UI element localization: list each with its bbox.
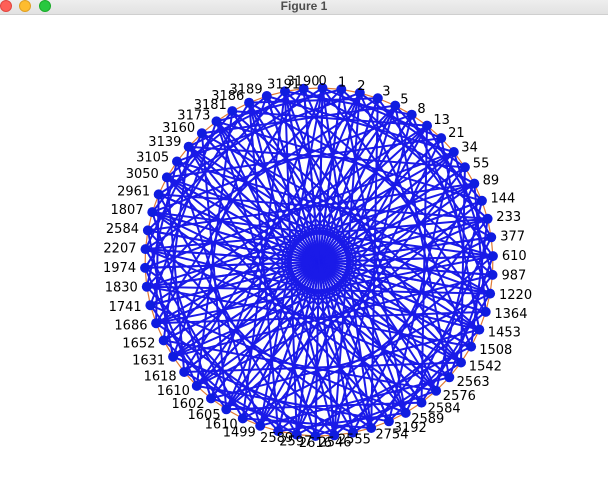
graph-node-label: 1830 bbox=[105, 281, 138, 296]
graph-node bbox=[469, 178, 480, 189]
graph-node-label: 1602 bbox=[172, 397, 205, 412]
graph-node-label: 233 bbox=[496, 210, 521, 225]
graph-node-label: 2563 bbox=[457, 375, 490, 390]
graph-node bbox=[485, 288, 496, 299]
graph-node bbox=[153, 189, 164, 200]
graph-node-label: 1652 bbox=[122, 337, 155, 352]
graph-node bbox=[383, 416, 394, 427]
graph-node bbox=[416, 397, 427, 408]
graph-node bbox=[406, 109, 417, 120]
graph-node-label: 2207 bbox=[103, 242, 136, 257]
graph-node bbox=[487, 269, 498, 280]
window-title: Figure 1 bbox=[280, 0, 328, 13]
graph-node-label: 3 bbox=[382, 85, 390, 100]
graph-node bbox=[422, 120, 432, 131]
graph-node-label: 1631 bbox=[132, 354, 165, 369]
graph-node-label: 2961 bbox=[117, 185, 150, 200]
graph-node-label: 1542 bbox=[469, 360, 502, 375]
graph-node-label: 34 bbox=[461, 141, 478, 156]
graph-node bbox=[466, 341, 477, 352]
graph-node-label: 89 bbox=[483, 173, 500, 188]
graph-node-label: 8 bbox=[417, 102, 425, 117]
graph-node-label: 5 bbox=[400, 92, 408, 107]
graph-node-label: 1610 bbox=[157, 384, 190, 399]
graph-node-label: 21 bbox=[448, 126, 465, 141]
graph-node bbox=[145, 300, 156, 311]
graph-node bbox=[482, 213, 493, 224]
graph-node bbox=[196, 128, 207, 139]
graph-node bbox=[151, 318, 162, 329]
graph-node bbox=[436, 133, 447, 144]
graph-node bbox=[161, 172, 172, 183]
graph-node bbox=[140, 244, 151, 255]
graph-node-label: 1453 bbox=[488, 325, 521, 340]
network-graph-canvas: 0 1 2 3581321345589144233377610987122013641… bbox=[103, 74, 532, 451]
graph-node bbox=[237, 413, 248, 424]
title-bar: Figure 1 bbox=[0, 0, 608, 15]
graph-node-label: 2 bbox=[357, 79, 365, 94]
graph-node bbox=[261, 91, 272, 101]
graph-node-label: 610 bbox=[502, 249, 527, 264]
graph-node bbox=[227, 106, 238, 117]
graph-node-label: 3190 bbox=[286, 75, 319, 90]
graph-node bbox=[172, 156, 182, 167]
graph-node bbox=[211, 116, 222, 127]
graph-node-label: 377 bbox=[500, 229, 525, 244]
graph-node-label: 144 bbox=[491, 191, 516, 206]
graph-node-label: 2584 bbox=[106, 222, 139, 237]
graph-node bbox=[459, 162, 470, 173]
graph-node bbox=[142, 225, 153, 236]
graph-node bbox=[486, 232, 497, 243]
graph-node-label: 55 bbox=[473, 156, 490, 171]
graph-node-label: 3105 bbox=[136, 150, 169, 165]
graph-node bbox=[221, 404, 232, 415]
graph-node bbox=[480, 306, 491, 317]
graph-node bbox=[244, 97, 255, 108]
graph-node bbox=[191, 380, 202, 391]
graph-node-label: 3050 bbox=[126, 167, 159, 182]
graph-node-label: 1686 bbox=[114, 319, 147, 334]
graph-node bbox=[474, 324, 485, 335]
graph-node-label: 987 bbox=[502, 268, 527, 283]
graph-node bbox=[476, 195, 487, 206]
graph-node bbox=[444, 372, 455, 383]
graph-node-label: 3139 bbox=[148, 135, 181, 150]
graph-node bbox=[168, 351, 179, 362]
graph-node-label: 1974 bbox=[103, 261, 136, 276]
graph-node bbox=[448, 147, 459, 157]
graph-node-label: 1364 bbox=[494, 307, 527, 322]
graph-node-label: 1807 bbox=[111, 203, 144, 218]
graph-node-label: 2754 bbox=[375, 428, 408, 443]
graph-node bbox=[487, 251, 498, 262]
graph-node bbox=[390, 100, 401, 111]
graph-node bbox=[255, 420, 266, 431]
graph-node bbox=[400, 407, 411, 418]
graph-node-label: 1741 bbox=[109, 300, 142, 315]
figure-window: Figure 1 0 1 2 3 5 8 13 21 34 55 89 144 233 377 610 987… bbox=[0, 0, 608, 494]
graph-node bbox=[147, 207, 158, 218]
graph-node bbox=[456, 357, 466, 368]
graph-node-label: 1220 bbox=[499, 288, 532, 303]
graph-node-label: 2589 bbox=[260, 431, 293, 446]
graph-node-label: 0 bbox=[318, 74, 326, 89]
graph-node-label: 3189 bbox=[230, 82, 263, 97]
graph-node-label: 1508 bbox=[479, 343, 512, 358]
graph-node-label: 1 bbox=[338, 76, 346, 91]
graph-node bbox=[158, 335, 169, 346]
graph-node bbox=[431, 385, 442, 396]
graph-node bbox=[206, 393, 216, 404]
graph-node bbox=[141, 281, 152, 292]
graph-node bbox=[140, 262, 151, 273]
graph-node bbox=[183, 141, 194, 152]
graph-node-label: 1618 bbox=[144, 369, 177, 384]
graph-node bbox=[179, 367, 190, 377]
